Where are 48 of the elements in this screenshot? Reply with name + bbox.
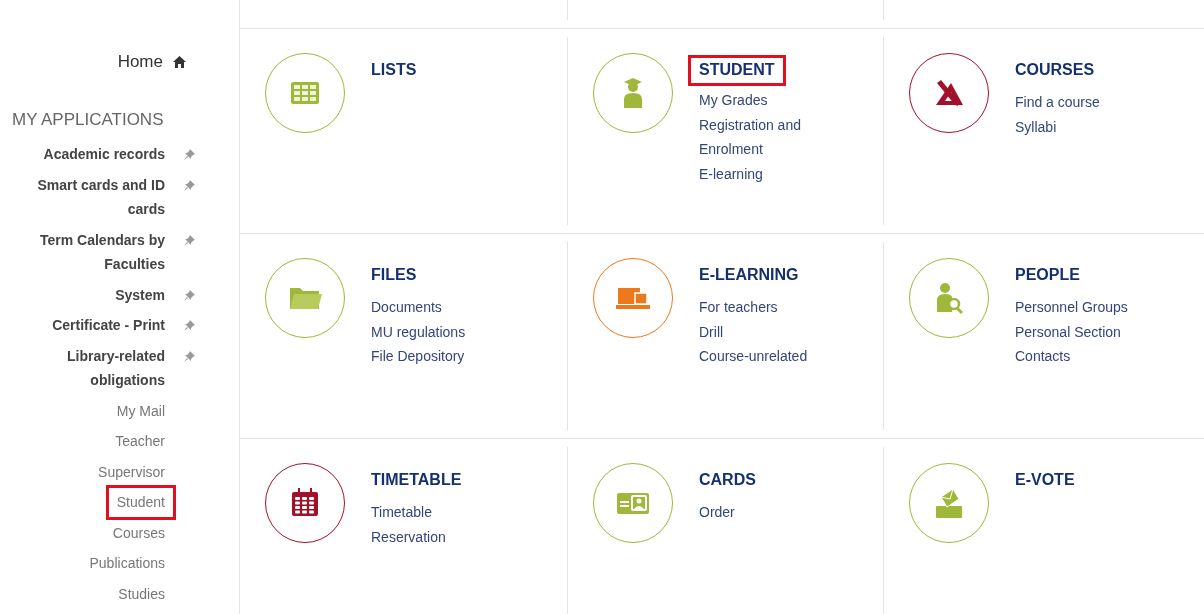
pin-icon[interactable] (184, 234, 195, 246)
sidebar-item[interactable]: Certificate - Print (52, 313, 165, 338)
tile-link[interactable]: Order (699, 500, 756, 525)
tile-link[interactable]: Personnel Groups (1015, 295, 1128, 320)
tile-title[interactable]: CARDS (699, 471, 756, 489)
tile-title[interactable]: E-VOTE (1015, 471, 1075, 489)
sidebar-item[interactable]: Academic records (43, 142, 165, 167)
sidebar-item[interactable]: Teacher (115, 429, 165, 454)
sidebar-item[interactable]: System (115, 282, 165, 307)
pin-icon[interactable] (184, 149, 195, 160)
tile-title[interactable]: COURSES (1015, 61, 1095, 79)
tile-link[interactable]: Reservation (371, 524, 462, 550)
sidebar-item[interactable]: Smart cards and ID cards (15, 172, 165, 222)
sidebar-item[interactable]: Term Calendars by Faculties (15, 227, 165, 277)
sidebar-item[interactable]: Student (105, 485, 176, 520)
tile-title[interactable]: E-LEARNING (699, 266, 799, 284)
pin-icon[interactable] (184, 320, 195, 331)
tile-title[interactable]: TIMETABLE (371, 471, 462, 489)
pin-icon[interactable] (184, 289, 195, 301)
home-link[interactable]: Home (117, 52, 163, 72)
tile-title[interactable]: FILES (371, 266, 417, 284)
tile-title[interactable]: LISTS (371, 61, 417, 79)
tile-title[interactable]: STUDENT (688, 55, 786, 86)
sidebar-item[interactable]: Courses (112, 520, 165, 545)
pin-icon[interactable] (184, 179, 195, 191)
tile-link[interactable]: Registration and Enrolment (699, 112, 829, 162)
tile-link[interactable]: Find a course (1015, 90, 1100, 115)
sidebar-item[interactable]: Supervisor (98, 459, 165, 484)
sidebar-item[interactable]: Library-related obligations (15, 343, 165, 393)
tile-link[interactable]: Drill (699, 319, 808, 345)
home-icon (173, 56, 186, 68)
tile-title[interactable]: PEOPLE (1015, 266, 1080, 284)
tile-link[interactable]: Syllabi (1015, 114, 1100, 140)
tile-link[interactable]: MU regulations (371, 319, 466, 345)
sidebar-item[interactable]: Studies (118, 581, 165, 606)
tile-link[interactable]: Timetable (371, 500, 462, 525)
pin-icon[interactable] (184, 350, 195, 362)
tile-link[interactable]: Personal Section (1015, 319, 1128, 345)
sidebar-item[interactable]: My Mail (116, 398, 165, 423)
tile-link[interactable]: File Depository (371, 344, 466, 369)
tile-link[interactable]: Contacts (1015, 344, 1128, 369)
tile-link[interactable]: Documents (371, 295, 466, 320)
tile-link[interactable]: For teachers (699, 295, 808, 320)
sidebar-item[interactable]: Publications (89, 551, 165, 576)
tile-link[interactable]: E-learning (699, 161, 829, 187)
tile-link[interactable]: My Grades (699, 88, 829, 113)
section-title: MY APPLICATIONS (12, 110, 164, 130)
tile-link[interactable]: Course-unrelated (699, 344, 808, 369)
